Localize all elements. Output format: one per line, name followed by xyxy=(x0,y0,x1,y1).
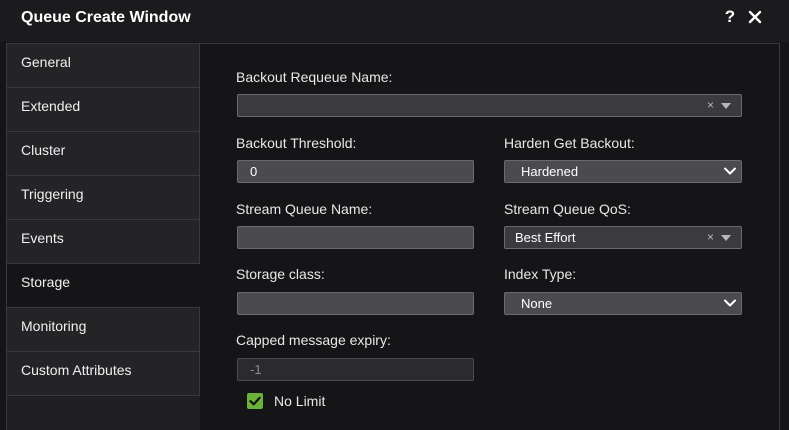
tab-storage[interactable]: Storage xyxy=(7,264,200,308)
help-button[interactable]: ? xyxy=(722,7,738,29)
index-type-label: Index Type: xyxy=(504,266,577,282)
tab-events[interactable]: Events xyxy=(7,220,200,264)
tab-general[interactable]: General xyxy=(7,44,200,88)
harden-get-backout-select[interactable]: Hardened xyxy=(504,160,742,183)
stream-queue-qos-select[interactable]: Best Effort × xyxy=(504,226,742,249)
backout-requeue-name-label: Backout Requeue Name: xyxy=(236,69,393,85)
close-icon[interactable] xyxy=(748,10,762,24)
index-type-select[interactable]: None xyxy=(504,292,742,315)
tab-custom-attributes[interactable]: Custom Attributes xyxy=(7,352,200,396)
capped-message-expiry-label: Capped message expiry: xyxy=(236,332,391,348)
tab-triggering[interactable]: Triggering xyxy=(7,176,200,220)
checkmark-icon xyxy=(249,396,261,406)
chevron-down-icon xyxy=(724,167,736,175)
stream-queue-name-label: Stream Queue Name: xyxy=(236,201,373,217)
chevron-down-icon xyxy=(724,299,736,307)
stream-queue-qos-label: Stream Queue QoS: xyxy=(504,201,631,217)
caret-down-icon[interactable] xyxy=(721,103,731,109)
tab-cluster[interactable]: Cluster xyxy=(7,132,200,176)
title-bar: Queue Create Window ? xyxy=(0,0,789,42)
storage-panel: Backout Requeue Name: × Backout Threshol… xyxy=(200,43,780,430)
harden-get-backout-label: Harden Get Backout: xyxy=(504,135,635,151)
backout-threshold-label: Backout Threshold: xyxy=(236,135,357,151)
no-limit-label[interactable]: No Limit xyxy=(274,393,325,409)
stream-queue-name-input[interactable] xyxy=(237,226,474,249)
stream-queue-qos-value: Best Effort xyxy=(515,230,576,245)
harden-get-backout-value: Hardened xyxy=(521,164,579,179)
storage-class-input[interactable] xyxy=(237,292,474,315)
tab-monitoring[interactable]: Monitoring xyxy=(7,308,200,352)
backout-requeue-name-select[interactable]: × xyxy=(237,94,742,117)
clear-icon[interactable]: × xyxy=(707,95,714,116)
no-limit-checkbox[interactable] xyxy=(247,393,263,409)
caret-down-icon[interactable] xyxy=(721,235,731,241)
tab-extended[interactable]: Extended xyxy=(7,88,200,132)
backout-threshold-input[interactable]: 0 xyxy=(237,160,474,183)
window-title: Queue Create Window xyxy=(21,9,191,26)
sidebar: General Extended Cluster Triggering Even… xyxy=(6,43,200,430)
capped-message-expiry-input: -1 xyxy=(237,358,474,381)
index-type-value: None xyxy=(521,296,553,311)
storage-class-label: Storage class: xyxy=(236,266,325,282)
clear-icon[interactable]: × xyxy=(707,227,714,248)
